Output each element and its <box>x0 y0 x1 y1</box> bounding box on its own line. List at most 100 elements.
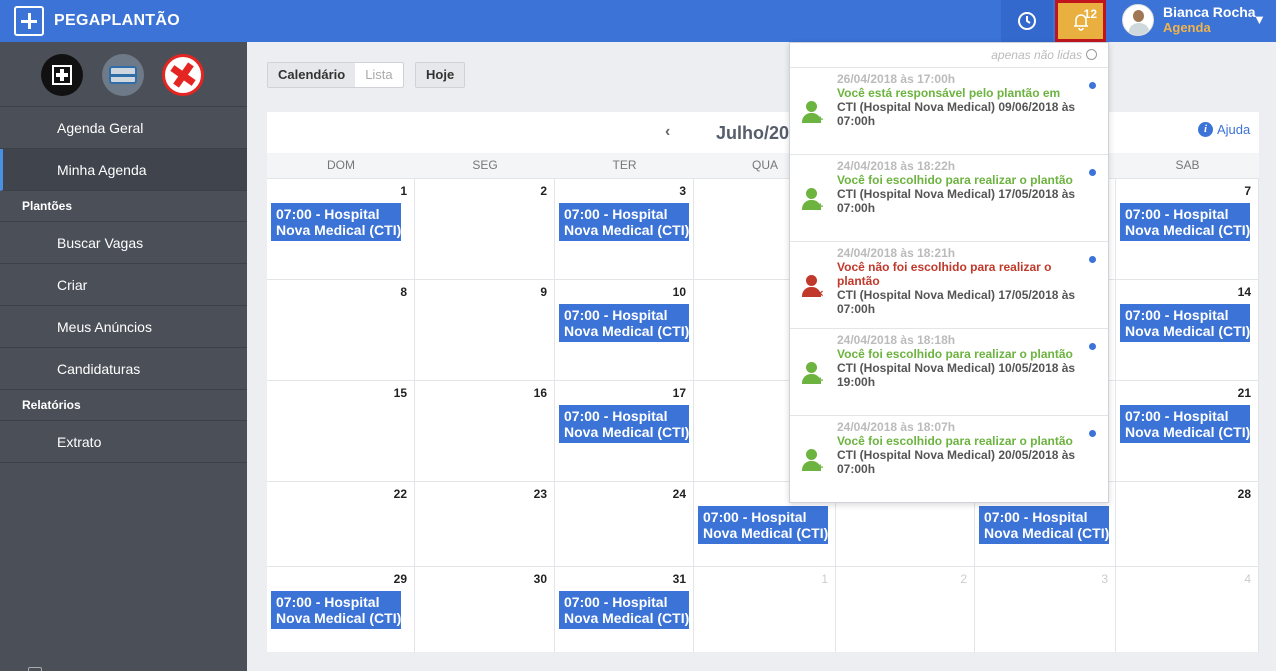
calendar-event[interactable]: 07:00 - Hospital Nova Medical (CTI) <box>559 591 689 629</box>
sidebar-section-relatorios: Relatórios <box>0 390 247 421</box>
calendar-day-cell[interactable]: 16 <box>415 381 555 482</box>
day-number: 24 <box>672 487 686 501</box>
unread-filter[interactable]: apenas não lidas <box>790 43 1108 68</box>
notification-title: Você foi escolhido para realizar o plant… <box>837 173 1073 187</box>
calendar-day-cell[interactable]: 8 <box>267 280 415 381</box>
calendar-day-cell[interactable]: 30 <box>415 567 555 653</box>
calendar-day-cell[interactable]: 28 <box>1116 482 1259 567</box>
sidebar-item-extrato[interactable]: Extrato <box>0 421 247 463</box>
calendar-day-cell[interactable]: 1 07:00 - Hospital Nova Medical (CTI) <box>267 179 415 280</box>
notification-list: +26/04/2018 às 17:00h Você está responsáv… <box>790 68 1108 502</box>
event-unit: Nova Medical (CTI) <box>564 222 689 238</box>
avatar <box>1122 4 1154 36</box>
day-number: 30 <box>533 572 547 586</box>
notification-date: 24/04/2018 às 18:07h <box>837 420 956 434</box>
today-button[interactable]: Hoje <box>415 62 466 88</box>
weekday-label: TER <box>612 158 637 172</box>
day-number: 16 <box>533 386 547 400</box>
notification-description: CTI (Hospital Nova Medical) 17/05/2018 à… <box>837 288 1076 316</box>
calendar-day-cell[interactable]: 23 <box>415 482 555 567</box>
help-link[interactable]: i Ajuda <box>1198 122 1250 137</box>
event-unit: Nova Medical (CTI) <box>276 222 401 238</box>
calendar-day-cell[interactable]: 21 07:00 - Hospital Nova Medical (CTI) <box>1116 381 1259 482</box>
event-time-hospital: 07:00 - Hospital <box>564 594 668 610</box>
day-number: 31 <box>672 572 686 586</box>
day-number: 2 <box>540 184 547 198</box>
app-logo[interactable]: PEGAPLANTÃO <box>14 6 180 36</box>
hospital-bag-logo-icon[interactable] <box>102 54 144 96</box>
calendar-event[interactable]: 07:00 - Hospital Nova Medical (CTI) <box>698 506 828 544</box>
calendar-event[interactable]: 07:00 - Hospital Nova Medical (CTI) <box>1120 405 1250 443</box>
notification-item[interactable]: × 24/04/2018 às 18:21h Você não foi escolh… <box>790 242 1108 329</box>
event-time-hospital: 07:00 - Hospital <box>984 509 1088 525</box>
notification-item[interactable]: +26/04/2018 às 17:00h Você está responsáv… <box>790 68 1108 155</box>
event-unit: Nova Medical (CTI) <box>564 323 689 339</box>
sidebar-item-agenda-geral[interactable]: Agenda Geral <box>0 107 247 149</box>
calendar-day-cell[interactable]: 29 07:00 - Hospital Nova Medical (CTI) <box>267 567 415 653</box>
view-calendar-button[interactable]: Calendário <box>268 63 356 87</box>
radio-icon[interactable] <box>1086 49 1097 61</box>
day-number: 14 <box>1237 285 1251 299</box>
notifications-button[interactable]: 12 <box>1055 0 1106 42</box>
notification-item[interactable]: +24/04/2018 às 18:18h Você foi escolhido … <box>790 329 1108 416</box>
unread-dot-icon <box>1089 430 1096 437</box>
day-number: 7 <box>1244 184 1251 198</box>
calendar-day-cell[interactable]: 7 07:00 - Hospital Nova Medical (CTI) <box>1116 179 1259 280</box>
calendar-day-cell[interactable]: 10 07:00 - Hospital Nova Medical (CTI) <box>555 280 694 381</box>
calendar-day-cell[interactable]: 2 <box>836 567 975 653</box>
user-remove-icon: × <box>802 275 824 301</box>
calendar-day-cell[interactable]: 31 07:00 - Hospital Nova Medical (CTI) <box>555 567 694 653</box>
sidebar-item-minha-agenda[interactable]: Minha Agenda <box>0 149 247 191</box>
month-title: Julho/20 <box>716 123 790 143</box>
calendar-day-cell[interactable]: 14 07:00 - Hospital Nova Medical (CTI) <box>1116 280 1259 381</box>
calendar-week-row: 29 07:00 - Hospital Nova Medical (CTI) 30 31… <box>267 566 1259 653</box>
history-button[interactable] <box>1001 0 1053 42</box>
calendar-event[interactable]: 07:00 - Hospital Nova Medical (CTI) <box>559 203 689 241</box>
calendar-day-cell[interactable]: 15 <box>267 381 415 482</box>
calendar-day-cell[interactable]: 2 <box>415 179 555 280</box>
calendar-day-cell[interactable]: 3 07:00 - Hospital Nova Medical (CTI) <box>555 179 694 280</box>
caret-down-icon[interactable]: ▼ <box>1253 12 1266 27</box>
view-list-button[interactable]: Lista <box>355 63 402 87</box>
unread-filter-label: apenas não lidas <box>991 48 1082 62</box>
prev-month-icon[interactable]: ‹ <box>665 123 670 141</box>
calendar-event[interactable]: 07:00 - Hospital Nova Medical (CTI) <box>271 203 401 241</box>
sidebar-item-criar[interactable]: Criar <box>0 264 247 306</box>
event-unit: Nova Medical (CTI) <box>564 424 689 440</box>
sidebar: Agenda Geral Minha Agenda Plantões Busca… <box>0 42 247 671</box>
sidebar-item-candidaturas[interactable]: Candidaturas <box>0 348 247 390</box>
notification-item[interactable]: +24/04/2018 às 18:07h Você foi escolhido … <box>790 416 1108 502</box>
notification-date: 24/04/2018 às 18:18h <box>837 333 956 347</box>
unread-dot-icon <box>1089 256 1096 263</box>
sidebar-item-meus-anuncios[interactable]: Meus Anúncios <box>0 306 247 348</box>
calendar-event[interactable]: 07:00 - Hospital Nova Medical (CTI) <box>559 304 689 342</box>
view-toggle: Calendário Lista <box>267 62 404 88</box>
calendar-day-cell[interactable]: 17 07:00 - Hospital Nova Medical (CTI) <box>555 381 694 482</box>
red-cross-logo-icon[interactable] <box>162 54 204 96</box>
calendar-day-cell[interactable]: 22 <box>267 482 415 567</box>
calendar-day-cell[interactable]: 24 <box>555 482 694 567</box>
notification-item[interactable]: +24/04/2018 às 18:22h Você foi escolhido … <box>790 155 1108 242</box>
user-menu[interactable]: Bianca Rocha Agenda <box>1122 4 1256 36</box>
event-unit: Nova Medical (CTI) <box>703 525 828 541</box>
weekday-label: SAB <box>1175 158 1200 172</box>
calendar-event[interactable]: 07:00 - Hospital Nova Medical (CTI) <box>979 506 1109 544</box>
calendar-event[interactable]: 07:00 - Hospital Nova Medical (CTI) <box>559 405 689 443</box>
calendar-week-row: 15 16 17 07:00 - Hospital Nova Medical (CTI)… <box>267 380 1259 482</box>
pegaplantao-logo-icon[interactable] <box>41 54 83 96</box>
collapse-icon[interactable] <box>28 667 42 671</box>
sidebar-item-buscar-vagas[interactable]: Buscar Vagas <box>0 222 247 264</box>
notification-title: Você foi escolhido para realizar o plant… <box>837 434 1073 448</box>
day-number: 3 <box>1101 572 1108 586</box>
calendar-day-cell[interactable]: 9 <box>415 280 555 381</box>
calendar-event[interactable]: 07:00 - Hospital Nova Medical (CTI) <box>271 591 401 629</box>
event-time-hospital: 07:00 - Hospital <box>276 206 380 222</box>
calendar-day-cell[interactable]: 4 <box>1116 567 1259 653</box>
calendar-event[interactable]: 07:00 - Hospital Nova Medical (CTI) <box>1120 304 1250 342</box>
user-name: Bianca Rocha <box>1163 4 1256 20</box>
calendar-event[interactable]: 07:00 - Hospital Nova Medical (CTI) <box>1120 203 1250 241</box>
app-name: PEGAPLANTÃO <box>54 12 180 29</box>
calendar-day-cell[interactable]: 1 <box>694 567 836 653</box>
unread-dot-icon <box>1089 82 1096 89</box>
calendar-day-cell[interactable]: 3 <box>975 567 1116 653</box>
